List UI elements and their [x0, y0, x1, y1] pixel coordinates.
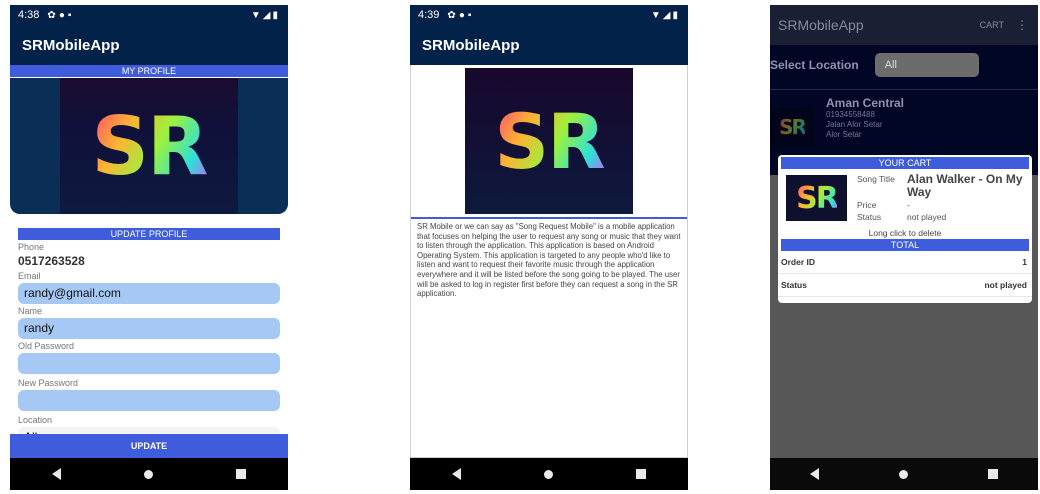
update-profile-header: UPDATE PROFILE: [18, 228, 280, 240]
order-status-value: not played: [984, 280, 1027, 290]
sr-logo-image: SR: [60, 78, 238, 214]
profile-banner: SR: [10, 78, 288, 214]
price-label: Price: [857, 200, 877, 210]
settings-icon: ✿: [47, 9, 59, 21]
navigation-bar: [410, 458, 688, 490]
select-location-label: Select Location: [770, 58, 859, 72]
about-screen: 4:39 ✿●▪ ▼◢▮ SRMobileApp SR SR Mobile or…: [410, 5, 688, 490]
status-time: 4:38: [18, 9, 40, 21]
battery-icon: ▮: [672, 9, 680, 21]
my-profile-header: MY PROFILE: [10, 65, 288, 77]
song-thumbnail: SR: [786, 175, 847, 221]
song-title-value: Alan Walker - On My Way: [907, 172, 1023, 199]
battery-icon: ▮: [272, 9, 280, 21]
order-status-label: Status: [781, 280, 807, 290]
status-time: 4:39: [418, 9, 440, 21]
status-system-icons: ▼◢▮: [251, 10, 280, 21]
recents-icon[interactable]: [636, 469, 647, 479]
sr-logo: SR: [494, 96, 605, 186]
location-dropdown[interactable]: All: [874, 53, 979, 77]
phone-value: 0517263528: [18, 254, 85, 268]
sdcard-icon: ▪: [467, 9, 475, 21]
new-password-label: New Password: [18, 378, 79, 388]
location-name: Aman Central: [826, 96, 905, 110]
home-icon[interactable]: [143, 469, 153, 479]
status-notification-icons: ✿●▪: [47, 10, 74, 21]
song-title-label: Song Title: [857, 174, 895, 184]
recents-icon[interactable]: [236, 469, 247, 479]
location-info: Aman Central 01934558488 Jalan Alor Seta…: [814, 96, 904, 146]
status-bar: 4:38 ✿●▪ ▼◢▮: [10, 5, 288, 25]
location-address-line1: Jalan Alor Setar: [826, 120, 883, 129]
cart-item[interactable]: SR Song Title Alan Walker - On My Way Pri…: [778, 169, 1032, 223]
navigation-bar: [10, 458, 288, 490]
order-id-value: 1: [1022, 257, 1027, 267]
select-location-row: Select Location All: [770, 45, 1038, 85]
long-click-hint: Long click to delete: [868, 228, 942, 238]
wifi-icon: ▼: [250, 9, 263, 21]
back-icon[interactable]: [451, 468, 461, 480]
cart-screen: SRMobileApp CART ⋮ Select Location All S…: [770, 5, 1038, 490]
cart-menu-item[interactable]: CART: [980, 20, 1004, 30]
app-bar-title: SRMobileApp: [10, 25, 288, 65]
total-header: TOTAL: [781, 239, 1029, 251]
cart-dialog-title: YOUR CART: [781, 157, 1029, 169]
wifi-icon: ▼: [650, 9, 663, 21]
new-password-field[interactable]: [18, 390, 280, 411]
about-text: SR Mobile or we can say as "Song Request…: [417, 222, 681, 299]
recents-icon[interactable]: [988, 469, 998, 479]
location-label: Location: [18, 415, 53, 425]
location-list-item[interactable]: SR Aman Central 01934558488 Jalan Alor S…: [770, 89, 1038, 146]
navigation-bar: [770, 458, 1038, 490]
old-password-field[interactable]: [18, 353, 280, 374]
sr-logo: SR: [91, 99, 208, 193]
old-password-label: Old Password: [18, 341, 75, 351]
name-field[interactable]: randy: [18, 318, 280, 339]
status-bar: 4:39 ✿●▪ ▼◢▮: [410, 5, 688, 25]
back-icon[interactable]: [51, 468, 61, 480]
sr-logo-image: SR: [465, 68, 633, 214]
location-phone: 01934558488: [826, 110, 875, 119]
cart-dialog: YOUR CART SR Song Title Alan Walker - On …: [778, 155, 1032, 303]
email-field[interactable]: randy@gmail.com: [18, 283, 280, 304]
song-details: Song Title Alan Walker - On My Way Price -…: [847, 173, 1032, 223]
order-id-row: Order ID 1: [778, 251, 1032, 274]
phone-label: Phone: [18, 242, 45, 252]
location-thumbnail: SR: [770, 108, 814, 146]
settings-icon: ✿: [447, 9, 459, 21]
app-bar-title: SRMobileApp: [778, 17, 864, 33]
order-status-row: Status not played: [778, 274, 1032, 297]
update-profile-form: UPDATE PROFILE Phone 0517263528 Email ra…: [10, 228, 288, 448]
shield-icon: ●: [58, 9, 68, 21]
status-value: not played: [907, 212, 947, 222]
home-icon[interactable]: [543, 469, 553, 479]
app-bar: SRMobileApp CART ⋮: [770, 5, 1038, 45]
email-label: Email: [18, 271, 41, 281]
name-label: Name: [18, 306, 43, 316]
profile-screen: 4:38 ✿●▪ ▼◢▮ SRMobileApp MY PROFILE SR U…: [10, 5, 288, 490]
scrim: [770, 305, 1038, 458]
sr-logo: SR: [779, 115, 807, 139]
price-value: -: [907, 200, 910, 210]
back-icon[interactable]: [810, 468, 819, 480]
home-icon[interactable]: [899, 469, 908, 479]
status-notification-icons: ✿●▪: [447, 10, 474, 21]
update-button[interactable]: UPDATE: [10, 434, 288, 458]
order-id-label: Order ID: [781, 257, 816, 267]
sdcard-icon: ▪: [67, 9, 75, 21]
status-system-icons: ▼◢▮: [651, 10, 680, 21]
about-content: SR SR Mobile or we can say as "Song Requ…: [410, 65, 688, 458]
app-bar-title: SRMobileApp: [410, 25, 688, 65]
location-address-line2: Alor Setar: [826, 130, 862, 139]
more-vert-icon[interactable]: ⋮: [1016, 18, 1028, 32]
status-label: Status: [857, 212, 882, 222]
sr-logo: SR: [796, 180, 839, 216]
shield-icon: ●: [458, 9, 468, 21]
